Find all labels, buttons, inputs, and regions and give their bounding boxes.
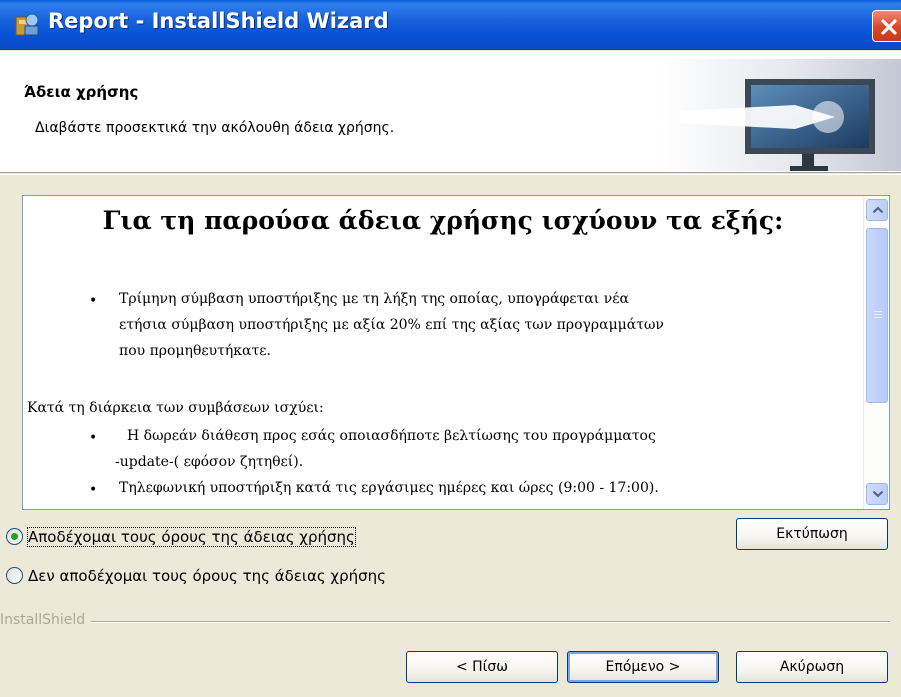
license-heading: Για τη παρούσα άδεια χρήσης ισχύουν τα ε… (102, 206, 784, 235)
chevron-down-icon (872, 490, 884, 498)
accept-terms-option[interactable]: Αποδέχομαι τους όρους της άδειας χρήσης (6, 526, 466, 550)
radio-selected-dot (11, 533, 18, 540)
bullet-marker: • (89, 482, 98, 498)
thumb-grip-line (874, 314, 882, 315)
thumb-grip-line (874, 311, 882, 312)
page-subtitle: Διαβάστε προσεκτικά την ακόλουθη άδεια χ… (35, 120, 395, 136)
cancel-button[interactable]: Ακύρωση (736, 651, 888, 683)
next-button[interactable]: Επόμενο > (567, 651, 719, 683)
license-bullet-1-line-2: ετήσια σύμβαση υποστήριξης με αξία 20% ε… (119, 317, 664, 333)
bullet-marker: • (89, 430, 98, 446)
installer-app-icon (14, 12, 40, 38)
license-bullet-2-line-2: -update-( εφόσον ζητηθεί). (115, 454, 304, 470)
scrollbar-thumb[interactable] (866, 228, 888, 403)
scroll-up-button[interactable] (866, 199, 888, 221)
brand-divider (0, 621, 890, 623)
close-icon (881, 19, 897, 35)
print-button[interactable]: Εκτύπωση (736, 518, 888, 550)
thumb-grip-line (874, 317, 882, 318)
window-title: Report - InstallShield Wizard (48, 9, 389, 33)
wizard-header: Άδεια χρήσης Διαβάστε προσεκτικά την ακό… (0, 51, 901, 173)
decline-radio[interactable] (6, 567, 23, 584)
license-bullet-2-line-1: Η δωρεάν διάθεση προς εσάς οποιασδήποτε … (127, 428, 656, 444)
close-button[interactable] (872, 10, 901, 42)
monitor-banner-image (660, 59, 901, 171)
decline-terms-option[interactable]: Δεν αποδέχομαι τους όρους της άδειας χρή… (6, 565, 486, 589)
installshield-brand-label: InstallShield (0, 612, 92, 628)
license-document: Για τη παρούσα άδεια χρήσης ισχύουν τα ε… (23, 196, 863, 509)
license-bullet-3: Τηλεφωνική υποστήριξη κατά τις εργάσιμες… (119, 480, 659, 496)
header-divider (0, 174, 901, 175)
license-bullet-1-line-1: Τρίμηνη σύμβαση υποστήριξης με τη λήξη τ… (119, 291, 629, 307)
page-title: Άδεια χρήσης (24, 83, 139, 101)
back-button[interactable]: < Πίσω (406, 651, 558, 683)
license-intro-line: Κατά τη διάρκεια των συμβάσεων ισχύει: (27, 400, 324, 416)
accept-terms-label[interactable]: Αποδέχομαι τους όρους της άδειας χρήσης (27, 527, 356, 547)
chevron-up-icon (872, 206, 884, 214)
installshield-wizard-window: Report - InstallShield Wizard Άδεια χρήσ… (0, 0, 901, 697)
decline-terms-label[interactable]: Δεν αποδέχομαι τους όρους της άδειας χρή… (28, 567, 386, 585)
accept-radio[interactable] (6, 528, 23, 545)
scroll-down-button[interactable] (866, 483, 888, 505)
bullet-marker: • (89, 293, 98, 309)
vertical-scrollbar[interactable] (863, 196, 889, 509)
title-bar[interactable]: Report - InstallShield Wizard (0, 0, 901, 50)
license-bullet-1-line-3: που προμηθευτήκατε. (119, 343, 271, 359)
license-text-box[interactable]: Για τη παρούσα άδεια χρήσης ισχύουν τα ε… (22, 195, 890, 510)
